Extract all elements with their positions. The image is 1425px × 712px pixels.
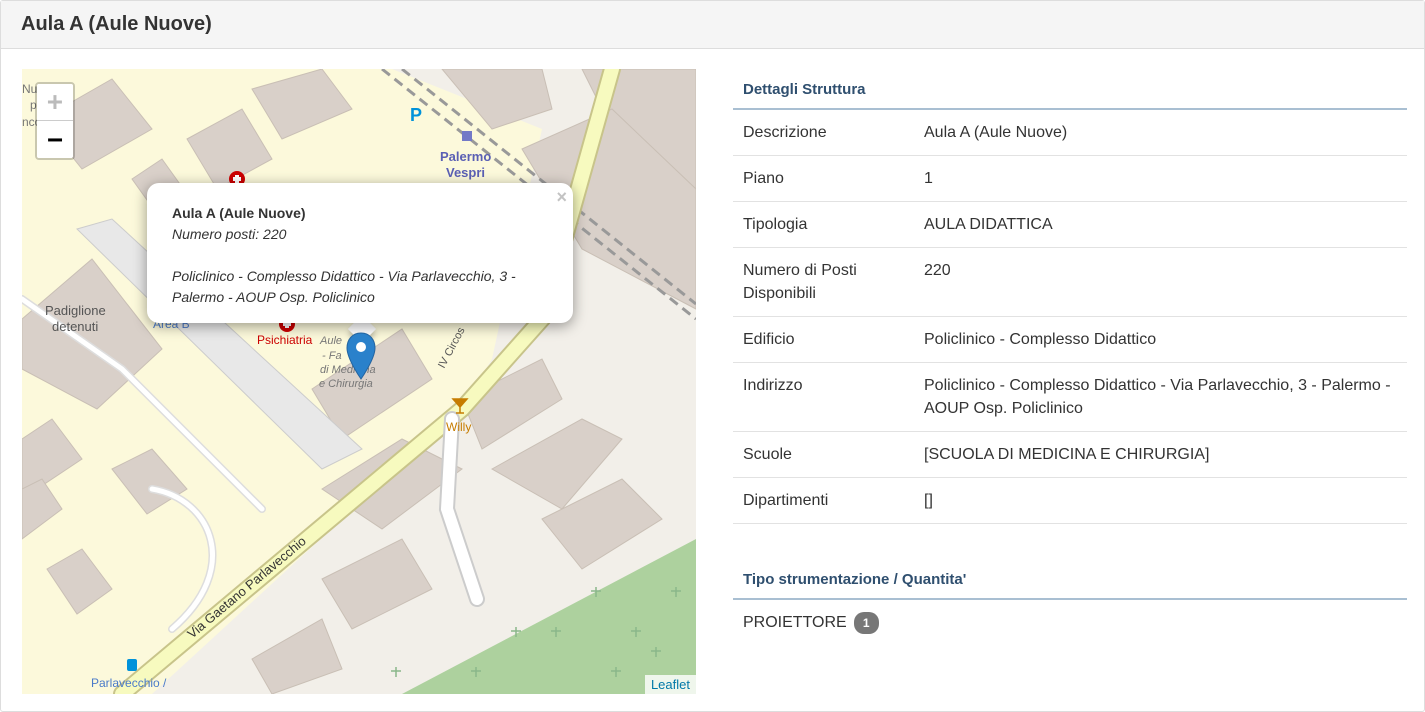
row-value: []: [914, 477, 1407, 524]
popup-address: Policlinico - Complesso Didattico - Via …: [172, 268, 516, 305]
quantity-badge: 1: [853, 612, 879, 634]
station-icon: [462, 131, 472, 141]
row-value: Policlinico - Complesso Didattico: [914, 316, 1407, 363]
row-key: Piano: [733, 155, 914, 202]
zoom-out-button[interactable]: −: [37, 121, 73, 158]
panel-heading: Aula A (Aule Nuove): [1, 1, 1424, 49]
map-label: - Fa: [322, 350, 342, 362]
table-row: Tipologia AULA DIDATTICA: [733, 201, 1407, 248]
map-label: Padiglione: [45, 303, 106, 318]
map-label: Palermo: [440, 149, 491, 164]
bus-stop-icon: [127, 659, 137, 671]
row-value: [SCUOLA DI MEDICINA E CHIRURGIA]: [914, 431, 1407, 478]
row-value: 1: [914, 155, 1407, 202]
map-label: detenuti: [52, 319, 98, 334]
page-title: Aula A (Aule Nuove): [21, 13, 212, 35]
row-key: Edificio: [733, 316, 914, 363]
table-row: Scuole [SCUOLA DI MEDICINA E CHIRURGIA]: [733, 431, 1407, 478]
map-label: Psichiatria: [257, 333, 313, 347]
table-row: Edificio Policlinico - Complesso Didatti…: [733, 316, 1407, 363]
row-value: Aula A (Aule Nuove): [914, 110, 1407, 156]
details-section-title: Dettagli Struttura: [733, 69, 1407, 110]
map-label: Parlavecchio /: [91, 676, 167, 690]
row-value: Policlinico - Complesso Didattico - Via …: [914, 362, 1407, 432]
row-key: Indirizzo: [733, 362, 914, 432]
row-key: Scuole: [733, 431, 914, 478]
row-key: Descrizione: [733, 110, 914, 156]
equipment-section-title: Tipo strumentazione / Quantita': [733, 559, 1407, 600]
map-popup: × Aula A (Aule Nuove) Numero posti: 220 …: [147, 183, 573, 323]
parking-icon: P: [410, 105, 422, 125]
popup-seats: Numero posti: 220: [172, 226, 287, 242]
popup-room-name: Aula A (Aule Nuove): [172, 205, 306, 221]
map-label: Willy: [446, 420, 471, 434]
equipment-name: PROIETTORE: [743, 614, 847, 631]
map-attribution-link[interactable]: Leaflet: [644, 675, 696, 694]
popup-close-button[interactable]: ×: [556, 187, 567, 207]
table-row: Numero di Posti Disponibili 220: [733, 247, 1407, 317]
table-row: Dipartimenti []: [733, 477, 1407, 524]
row-key: Numero di Posti Disponibili: [733, 247, 914, 317]
details-panel: Dettagli Struttura Descrizione Aula A (A…: [733, 69, 1407, 646]
zoom-control: + −: [35, 82, 75, 160]
row-key: Tipologia: [733, 201, 914, 248]
map-tiles[interactable]: Nu p nco P Palermo Vespri Padiglione det…: [22, 69, 696, 694]
map-label: Aule: [319, 335, 342, 347]
table-row: Descrizione Aula A (Aule Nuove): [733, 110, 1407, 156]
row-key: Dipartimenti: [733, 477, 914, 524]
equipment-item: PROIETTORE 1: [733, 600, 1407, 646]
row-value: AULA DIDATTICA: [914, 201, 1407, 248]
map[interactable]: Nu p nco P Palermo Vespri Padiglione det…: [22, 69, 696, 694]
map-label: Vespri: [446, 165, 485, 180]
main-panel: Aula A (Aule Nuove) Nu p nco P Palermo V…: [0, 0, 1425, 712]
row-value: 220: [914, 247, 1407, 317]
zoom-in-button[interactable]: +: [37, 84, 73, 121]
map-marker-icon[interactable]: [346, 332, 376, 380]
details-table: Descrizione Aula A (Aule Nuove) Piano 1 …: [733, 110, 1407, 524]
table-row: Indirizzo Policlinico - Complesso Didatt…: [733, 362, 1407, 432]
table-row: Piano 1: [733, 155, 1407, 202]
